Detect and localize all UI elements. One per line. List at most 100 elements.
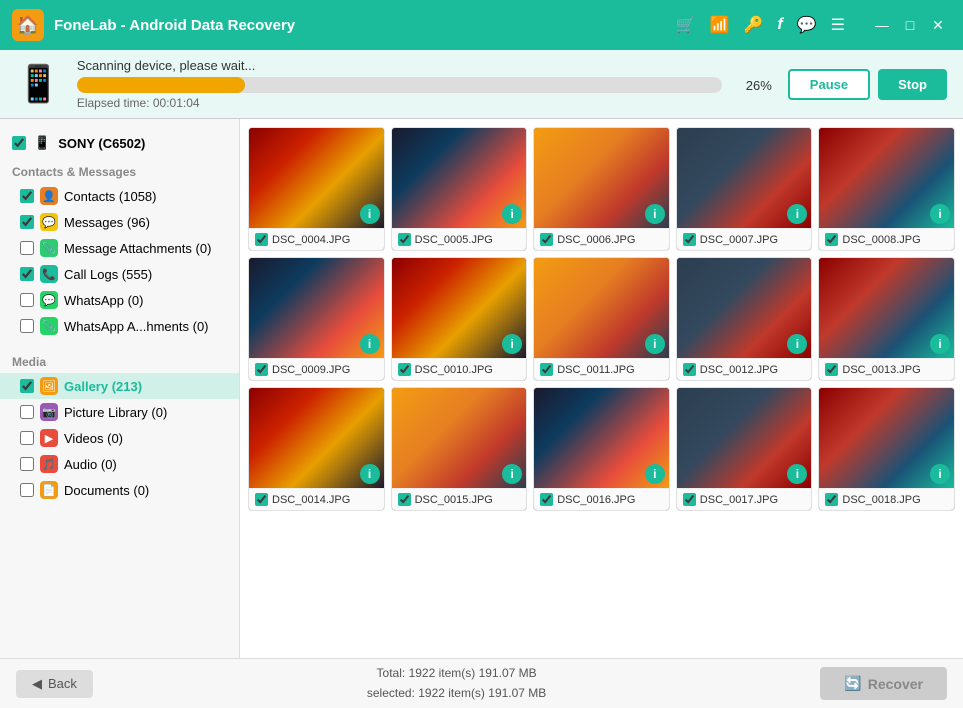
whatsappattach-checkbox[interactable] (20, 319, 34, 333)
sidebar-item-gallery[interactable]: 🖼 Gallery (213) (0, 373, 239, 399)
photo-thumbnail[interactable]: i (534, 258, 669, 358)
photo-thumbnail[interactable]: i (819, 258, 954, 358)
messages-label: Messages (96) (64, 215, 150, 230)
photo-filename: DSC_0016.JPG (557, 494, 635, 506)
info-badge[interactable]: i (502, 334, 522, 354)
info-badge[interactable]: i (502, 204, 522, 224)
audio-checkbox[interactable] (20, 457, 34, 471)
msgattach-checkbox[interactable] (20, 241, 34, 255)
sidebar-item-audio[interactable]: 🎵 Audio (0) (0, 451, 239, 477)
photo-checkbox[interactable] (255, 493, 268, 506)
sidebar-item-messages[interactable]: 💬 Messages (96) (0, 209, 239, 235)
info-badge[interactable]: i (930, 334, 950, 354)
back-button[interactable]: ◀ Back (16, 670, 93, 698)
close-button[interactable]: ✕ (925, 12, 951, 38)
photo-filename: DSC_0012.JPG (700, 364, 778, 376)
sidebar-item-contacts[interactable]: 👤 Contacts (1058) (0, 183, 239, 209)
photo-thumbnail[interactable]: i (392, 128, 527, 228)
sidebar-item-whatsapp[interactable]: 💬 WhatsApp (0) (0, 287, 239, 313)
photo-checkbox[interactable] (825, 363, 838, 376)
photo-card: i DSC_0007.JPG (676, 127, 813, 251)
progress-row: 26% (77, 77, 772, 93)
photo-thumbnail[interactable]: i (392, 258, 527, 358)
chat-icon[interactable]: 💬 (797, 15, 817, 35)
messages-checkbox[interactable] (20, 215, 34, 229)
info-badge[interactable]: i (360, 464, 380, 484)
photo-checkbox[interactable] (540, 363, 553, 376)
device-item[interactable]: 📱 SONY (C6502) (0, 129, 239, 157)
photo-thumbnail[interactable]: i (677, 128, 812, 228)
photo-thumbnail[interactable]: i (677, 388, 812, 488)
cart-icon[interactable]: 🛒 (676, 15, 696, 35)
photo-thumbnail[interactable]: i (534, 128, 669, 228)
photo-checkbox[interactable] (683, 493, 696, 506)
photo-checkbox[interactable] (398, 363, 411, 376)
device-checkbox[interactable] (12, 136, 26, 150)
info-badge[interactable]: i (930, 464, 950, 484)
photo-thumbnail[interactable]: i (392, 388, 527, 488)
photo-card: iDSC_0015.JPG (391, 387, 528, 511)
info-badge[interactable]: i (360, 204, 380, 224)
documents-label: Documents (0) (64, 483, 149, 498)
maximize-button[interactable]: □ (897, 12, 923, 38)
photo-filename: DSC_0007.JPG (700, 234, 778, 246)
facebook-icon[interactable]: f (777, 16, 782, 34)
sidebar-item-pictlib[interactable]: 📷 Picture Library (0) (0, 399, 239, 425)
contacts-checkbox[interactable] (20, 189, 34, 203)
wifi-icon[interactable]: 📶 (710, 15, 730, 35)
scan-status-text: Scanning device, please wait... (77, 58, 772, 73)
photo-thumbnail[interactable]: i (819, 388, 954, 488)
photo-filename: DSC_0008.JPG (842, 234, 920, 246)
key-icon[interactable]: 🔑 (743, 15, 763, 35)
photo-thumbnail[interactable]: i (677, 258, 812, 358)
photo-checkbox[interactable] (398, 493, 411, 506)
photo-checkbox[interactable] (683, 233, 696, 246)
total-info: Total: 1922 item(s) 191.07 MB selected: … (367, 664, 546, 702)
stop-button[interactable]: Stop (878, 69, 947, 100)
menu-icon[interactable]: ☰ (831, 15, 845, 35)
info-badge[interactable]: i (645, 204, 665, 224)
recover-button[interactable]: 🔄 Recover (820, 667, 947, 700)
documents-checkbox[interactable] (20, 483, 34, 497)
photo-checkbox[interactable] (540, 233, 553, 246)
sidebar-item-whatsappattach[interactable]: 📎 WhatsApp A...hments (0) (0, 313, 239, 339)
info-badge[interactable]: i (645, 464, 665, 484)
photo-checkbox[interactable] (683, 363, 696, 376)
photo-thumbnail[interactable]: i (819, 128, 954, 228)
photo-checkbox[interactable] (255, 233, 268, 246)
photo-checkbox[interactable] (825, 493, 838, 506)
photo-thumbnail[interactable]: i (249, 258, 384, 358)
info-badge[interactable]: i (502, 464, 522, 484)
sidebar-item-videos[interactable]: ▶ Videos (0) (0, 425, 239, 451)
pause-button[interactable]: Pause (788, 69, 870, 100)
photo-checkbox[interactable] (255, 363, 268, 376)
back-label: Back (48, 676, 77, 691)
photo-footer: DSC_0014.JPG (249, 488, 384, 510)
photo-checkbox[interactable] (540, 493, 553, 506)
info-badge[interactable]: i (930, 204, 950, 224)
info-badge[interactable]: i (787, 204, 807, 224)
minimize-button[interactable]: — (869, 12, 895, 38)
photo-checkbox[interactable] (825, 233, 838, 246)
sidebar-item-msgattach[interactable]: 📎 Message Attachments (0) (0, 235, 239, 261)
sidebar-item-calllogs[interactable]: 📞 Call Logs (555) (0, 261, 239, 287)
photo-card: i DSC_0018.JPG (818, 387, 955, 511)
photo-thumbnail[interactable]: i (249, 388, 384, 488)
photo-thumbnail[interactable]: i (534, 388, 669, 488)
whatsapp-checkbox[interactable] (20, 293, 34, 307)
info-badge[interactable]: i (787, 334, 807, 354)
videos-checkbox[interactable] (20, 431, 34, 445)
gallery-checkbox[interactable] (20, 379, 34, 393)
calllogs-checkbox[interactable] (20, 267, 34, 281)
info-badge[interactable]: i (787, 464, 807, 484)
info-badge[interactable]: i (360, 334, 380, 354)
photo-filename: DSC_0018.JPG (842, 494, 920, 506)
photo-thumbnail[interactable]: i (249, 128, 384, 228)
photo-filename: DSC_0010.JPG (415, 364, 493, 376)
calllogs-icon: 📞 (40, 265, 58, 283)
info-badge[interactable]: i (645, 334, 665, 354)
photo-checkbox[interactable] (398, 233, 411, 246)
sidebar-item-documents[interactable]: 📄 Documents (0) (0, 477, 239, 503)
photo-card: iDSC_0005.JPG (391, 127, 528, 251)
pictlib-checkbox[interactable] (20, 405, 34, 419)
